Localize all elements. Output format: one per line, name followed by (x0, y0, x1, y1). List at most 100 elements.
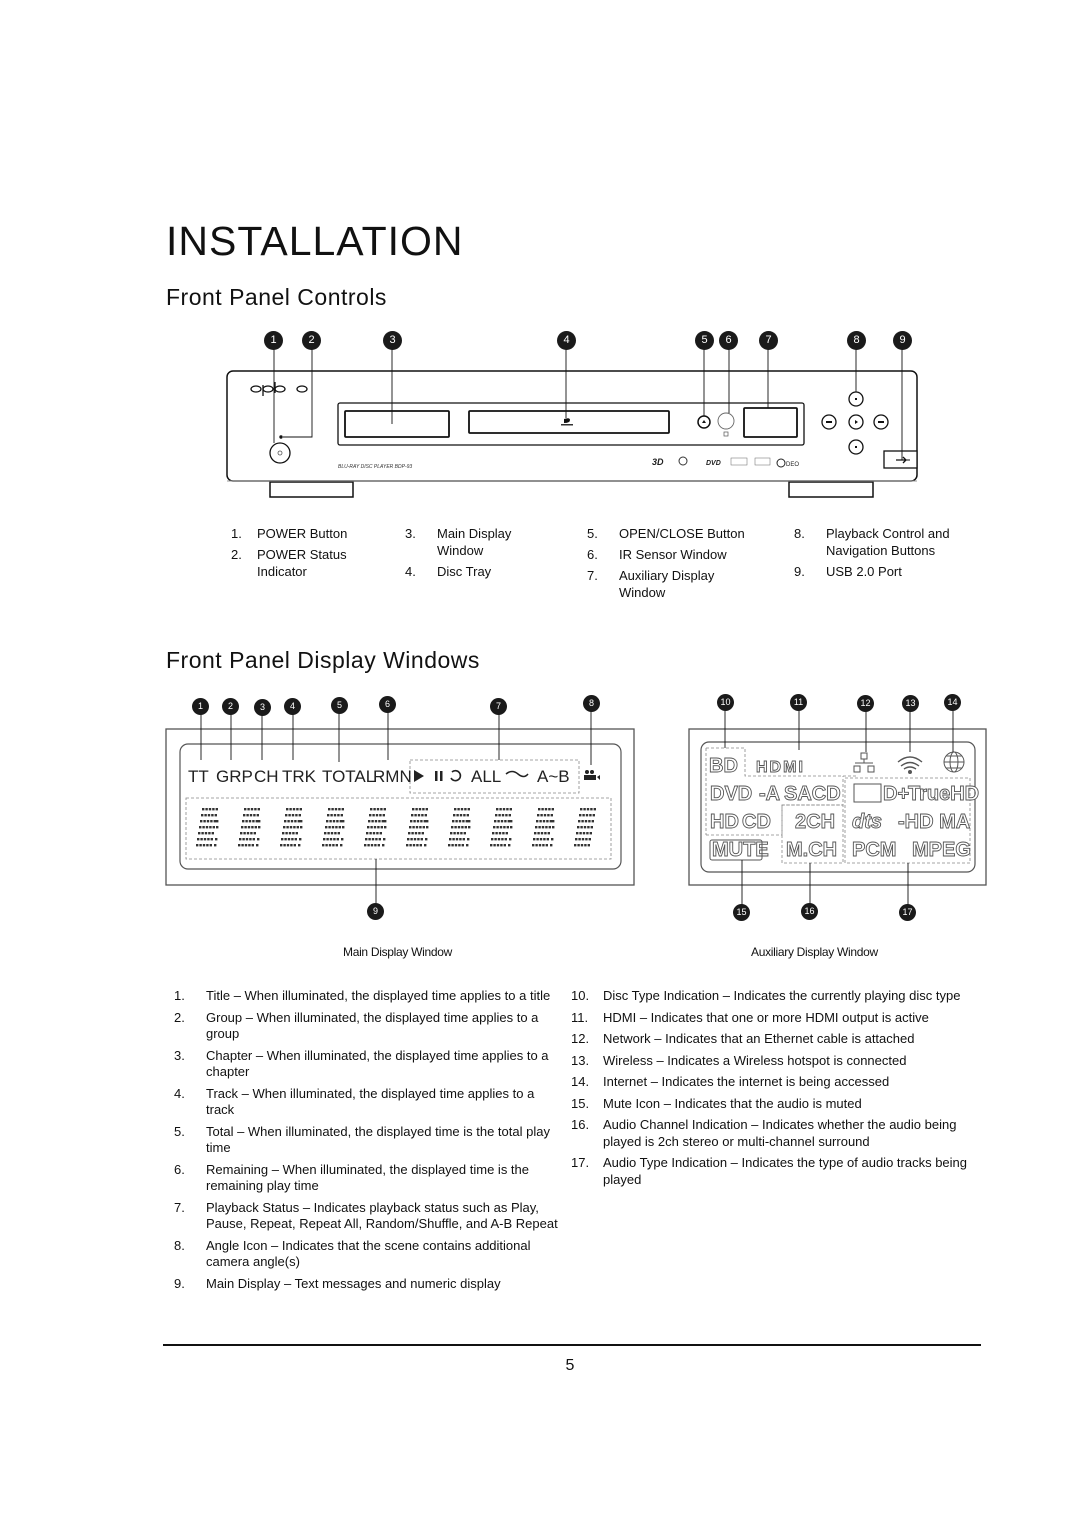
svg-text:3D: 3D (652, 457, 664, 467)
power-led-icon (279, 435, 283, 439)
main-display-window (344, 410, 450, 438)
description-list-left: 1. Title – When illuminated, the displaye… (174, 988, 559, 1297)
callout-5: 5 (331, 697, 348, 714)
callout-9: 9 (367, 903, 384, 920)
bluray-logo-icon (561, 418, 573, 426)
indicator-ch: CH (254, 767, 279, 786)
indicator-hd-ma: -HD MA (898, 811, 970, 833)
legend-item: 3. Main Display Window (405, 526, 512, 558)
chassis (226, 370, 918, 482)
footer-divider (163, 1344, 981, 1346)
main-indicators: TT GRP CH TRK TOTAL RMN (188, 767, 412, 786)
description-item: 12. Network – Indicates that an Ethernet … (571, 1031, 915, 1046)
stop-button-icon (848, 391, 864, 407)
navigation-buttons (821, 391, 889, 455)
indicator-total: TOTAL (322, 767, 375, 786)
power-button-icon (269, 442, 291, 464)
svg-text:DVD: DVD (706, 460, 721, 467)
open-close-button-icon (697, 415, 711, 429)
callout-3: 3 (383, 331, 402, 350)
callout-1: 1 (264, 331, 283, 350)
callout-3: 3 (254, 699, 271, 716)
disc-tray (468, 410, 670, 434)
indicator-ab: A~B (537, 767, 570, 786)
indicator-pcm: PCM (852, 839, 896, 861)
controls-legend-col-2: 3. Main Display Window 4. Disc Tray (405, 525, 555, 584)
description-item: 11. HDMI – Indicates that one or more HDM… (571, 1009, 929, 1025)
pause-button-icon (848, 439, 864, 455)
aux-display-window (743, 407, 798, 438)
main-display-diagram: TT GRP CH TRK TOTAL RMN ALL A~B (160, 690, 640, 930)
aux-display-diagram: BD DVD -A SACD HD CD 2CH MUTE M.CH PCM M… (680, 690, 1000, 930)
indicator-bd: BD (709, 755, 738, 777)
callout-14: 14 (944, 694, 961, 711)
foot-left (269, 481, 354, 498)
foot-right (788, 481, 874, 498)
indicator-hd: HD (710, 811, 739, 833)
callout-11: 11 (790, 694, 807, 711)
description-item: 3. Chapter – When illuminated, the displa… (174, 1047, 549, 1080)
indicator-all: ALL (471, 767, 501, 786)
description-item: 13. Wireless – Indicates a Wireless hotsp… (571, 1052, 907, 1068)
indicator-2ch: 2CH (795, 811, 835, 833)
callout-12: 12 (857, 695, 874, 712)
indicator-a: -A (759, 783, 780, 805)
description-item: 6. Remaining – When illuminated, the disp… (174, 1161, 530, 1194)
svg-text:DEO: DEO (786, 462, 799, 468)
callout-2: 2 (302, 331, 321, 350)
usb-port-icon (883, 450, 918, 469)
indicator-grp: GRP (216, 767, 253, 786)
callout-7: 7 (759, 331, 778, 350)
callout-8: 8 (847, 331, 866, 350)
callout-7: 7 (490, 698, 507, 715)
section-heading-display-windows: Front Panel Display Windows (166, 647, 480, 673)
indicator-dvd: DVD (710, 783, 752, 805)
callout-15: 15 (733, 904, 750, 921)
model-label: BLU-RAY DISC PLAYER BDP-93 (338, 464, 412, 470)
callout-8: 8 (583, 695, 600, 712)
callout-10: 10 (717, 694, 734, 711)
indicator-mch: M.CH (786, 839, 837, 861)
indicator-sacd: SACD (784, 783, 841, 805)
description-item: 16. Audio Channel Indication – Indicates … (571, 1117, 957, 1149)
callout-13: 13 (902, 695, 919, 712)
legend-item: 9. USB 2.0 Port (794, 564, 902, 579)
indicator-truehd: TrueHD (908, 783, 979, 805)
legend-item: 2. POWER Status Indicator (231, 547, 347, 579)
caption-main-display: Main Display Window (343, 945, 453, 959)
section-heading-front-panel-controls: Front Panel Controls (166, 284, 387, 310)
description-item: 5. Total – When illuminated, the displaye… (174, 1123, 550, 1156)
indicator-hdmi: HDMI (756, 759, 805, 776)
indicator-trk: TRK (282, 767, 317, 786)
callout-9: 9 (893, 331, 912, 350)
legend-item: 5. OPEN/CLOSE Button (587, 526, 745, 541)
indicator-rmn: RMN (373, 767, 412, 786)
controls-legend-col-1: 1. POWER Button 2. POWER Status Indicator (231, 525, 375, 584)
callout-4: 4 (284, 698, 301, 715)
callout-2: 2 (222, 698, 239, 715)
indicator-cd: CD (742, 811, 771, 833)
indicator-dts: dts (852, 811, 882, 833)
description-item: 15. Mute Icon – Indicates that the audio … (571, 1095, 862, 1111)
description-item: 9. Main Display – Text messages and numer… (174, 1275, 501, 1291)
caption-aux-display: Auxiliary Display Window (751, 945, 878, 959)
callout-1: 1 (192, 698, 209, 715)
callout-4: 4 (557, 331, 576, 350)
callout-17: 17 (899, 904, 916, 921)
prev-button-icon (821, 414, 837, 430)
description-item: 4. Track – When illuminated, the displaye… (174, 1085, 535, 1118)
controls-legend-col-4: 8. Playback Control and Navigation Button… (794, 525, 966, 584)
description-list-right: 10. Disc Type Indication – Indicates the … (571, 988, 971, 1193)
controls-legend-col-3: 5. OPEN/CLOSE Button 6. IR Sensor Window 7… (587, 525, 769, 605)
legend-item: 6. IR Sensor Window (587, 547, 727, 562)
description-item: 10. Disc Type Indication – Indicates the … (571, 988, 961, 1003)
indicator-dplus: D+ (883, 783, 909, 805)
callout-5: 5 (695, 331, 714, 350)
page-number: 5 (565, 1357, 575, 1374)
indicator-mpeg: MPEG (912, 839, 971, 861)
description-item: 7. Playback Status – Indicates playback s… (174, 1199, 558, 1232)
description-item: 1. Title – When illuminated, the displaye… (174, 988, 551, 1003)
legend-item: 7. Auxiliary Display Window (587, 568, 715, 600)
legend-item: 4. Disc Tray (405, 564, 492, 579)
description-item: 14. Internet – Indicates the internet is … (571, 1074, 890, 1089)
